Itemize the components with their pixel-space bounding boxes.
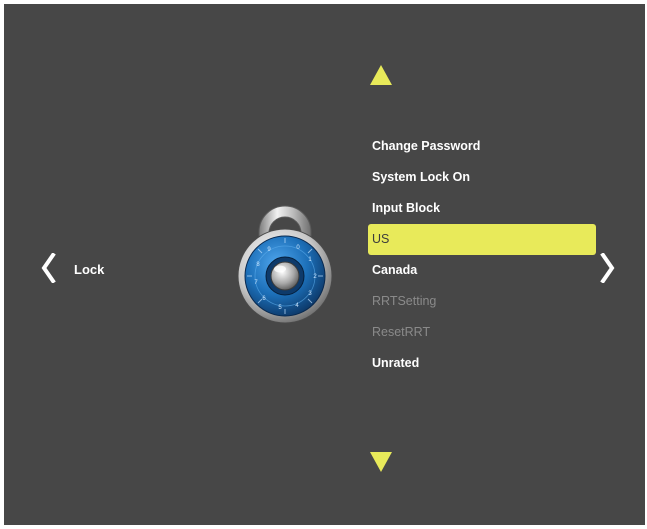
section-title: Lock (74, 262, 105, 277)
menu-item-canada[interactable]: Canada (368, 255, 596, 286)
menu-item-change-password[interactable]: Change Password (368, 131, 596, 162)
lock-menu-screen: Lock 0 1 2 3 4 5 6 7 8 9 Change Password… (4, 4, 645, 525)
scroll-up-icon[interactable] (370, 65, 392, 85)
combination-padlock-icon: 0 1 2 3 4 5 6 7 8 9 (237, 205, 333, 324)
menu-item-unrated[interactable]: Unrated (368, 348, 596, 379)
menu-item-reset-rrt: ResetRRT (372, 325, 431, 339)
lock-settings-menu: Change Password System Lock On Input Blo… (368, 131, 596, 379)
menu-item-system-lock[interactable]: System Lock On (368, 162, 596, 193)
menu-item-input-block[interactable]: Input Block (368, 193, 596, 224)
menu-item-rrt-setting: RRTSetting (372, 294, 437, 308)
menu-item-us[interactable]: US (368, 224, 596, 255)
scroll-down-icon[interactable] (370, 452, 392, 472)
chevron-right-icon[interactable] (600, 253, 616, 283)
chevron-left-icon[interactable] (40, 253, 56, 283)
